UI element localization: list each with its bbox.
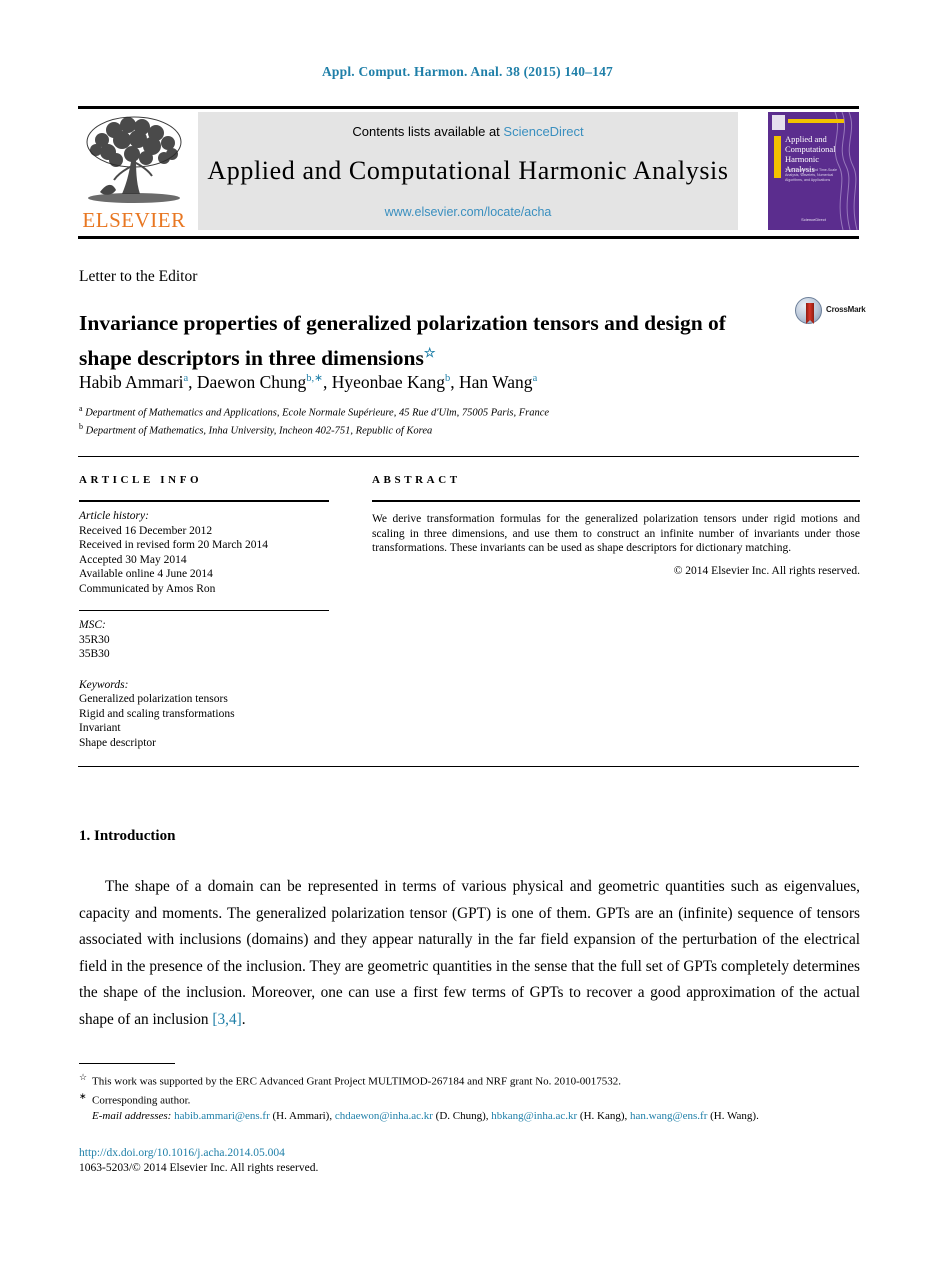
info-bottom-rule [78,766,859,768]
masthead-bottom-rule [78,236,859,239]
elsevier-logo: ELSEVIER [78,112,190,232]
elsevier-wordmark: ELSEVIER [82,208,186,232]
keyword-item: Generalized polarization tensors [79,693,228,706]
footnote-rule [79,1063,175,1065]
running-head: Appl. Comput. Harmon. Anal. 38 (2015) 14… [321,64,614,79]
author-list: Habib Ammaria, Daewon Chungb,∗, Hyeonbae… [79,372,538,392]
affiliation-list: a Department of Mathematics and Applicat… [79,402,869,437]
email-link[interactable]: chdaewon@inha.ac.kr [335,1110,433,1122]
abstract-copyright: © 2014 Elsevier Inc. All rights reserved… [673,564,860,577]
affiliation-text: Department of Mathematics and Applicatio… [85,407,550,419]
email-owner: (H. Kang), [579,1110,628,1123]
affiliation-item: b Department of Mathematics, Inha Univer… [79,420,869,438]
journal-title: Applied and Computational Harmonic Analy… [207,156,729,185]
title-footnote-marker: ☆ [423,345,436,361]
footnote-funding-marker: ☆ [79,1072,88,1082]
article-history-heading: Article history: [79,510,149,522]
history-item: Received in revised form 20 March 2014 [79,539,269,551]
msc-heading: MSC: [79,619,106,632]
affiliation-marker: b [79,421,83,431]
cover-yellow-strip [774,136,781,178]
doi-link[interactable]: http://dx.doi.org/10.1016/j.acha.2014.05… [79,1146,318,1161]
cover-title-line1: Applied and [785,134,827,144]
article-first-page: Appl. Comput. Harmon. Anal. 38 (2015) 14… [0,0,935,1266]
article-info-divider [79,500,329,502]
history-item: Received 16 December 2012 [79,524,213,537]
keyword-item: Shape descriptor [79,736,156,749]
contents-available-line: Contents lists available at ScienceDirec… [198,124,738,139]
msc-divider [79,610,329,612]
history-item: Available online 4 June 2014 [79,568,213,580]
introduction-paragraph: The shape of a domain can be represented… [79,874,860,1033]
affiliation-item: a Department of Mathematics and Applicat… [79,402,869,420]
article-history-block: Article history: Received 16 December 20… [79,509,329,596]
cover-subtitle: Time-Frequency and Time-Scale Analysis, … [785,168,837,182]
citation-link[interactable]: [3,4] [212,1011,241,1028]
contents-prefix: Contents lists available at [352,124,500,139]
email-owner: (H. Wang). [710,1110,759,1123]
author-affiliation-marker: b [444,373,451,385]
footnote-emails: E-mail addresses: habib.ammari@ens.fr (H… [79,1109,869,1124]
cover-title-line2: Computational [785,144,836,154]
affiliation-text: Department of Mathematics, Inha Universi… [85,425,433,436]
author-name: Hyeonbae Kang [331,372,445,392]
keyword-item: Invariant [79,722,121,735]
email-link[interactable]: han.wang@ens.fr [630,1110,707,1122]
journal-url-link[interactable]: www.elsevier.com/locate/acha [198,205,738,219]
crossmark-label: CrossMark [826,305,866,314]
email-addresses-label: E-mail addresses: [92,1110,172,1123]
author-name: Han Wang [458,372,533,392]
email-link[interactable]: hbkang@inha.ac.kr [491,1110,577,1122]
footnote-corresponding-text: Corresponding author. [92,1094,191,1107]
article-section-type: Letter to the Editor [79,268,198,285]
journal-banner: Contents lists available at ScienceDirec… [198,112,738,230]
journal-cover-thumbnail: Applied and Computational Harmonic Analy… [768,112,859,230]
page-title: Invariance properties of generalized pol… [79,308,779,373]
crossmark-circle-icon [795,297,822,324]
article-info-column: ARTICLE INFO Article history: Received 1… [79,474,329,750]
msc-block: MSC: 35R30 35B30 [79,618,329,662]
keyword-item: Rigid and scaling transformations [79,707,235,720]
affiliation-marker: a [79,404,83,413]
msc-item: 35B30 [79,648,110,661]
page-title-text: Invariance properties of generalized pol… [79,311,726,371]
footnote-funding-text: This work was supported by the ERC Advan… [92,1075,622,1088]
info-top-rule [78,456,859,458]
issn-copyright-line: 1063-5203/© 2014 Elsevier Inc. All right… [79,1161,319,1174]
cover-yellow-bar [788,119,844,123]
journal-masthead: ELSEVIER Contents lists available at Sci… [78,108,859,232]
paragraph-text: The shape of a domain can be represented… [79,878,860,1028]
paragraph-tail: . [241,1010,246,1028]
footnote-corresponding-marker: ∗ [79,1091,87,1102]
author-affiliation-marker: a [532,373,538,385]
msc-item: 35R30 [79,633,110,646]
page-footer: http://dx.doi.org/10.1016/j.acha.2014.05… [79,1146,318,1175]
author-name: Habib Ammari [79,372,184,392]
footnote-funding: ☆ This work was supported by the ERC Adva… [79,1070,869,1089]
email-owner: (H. Ammari), [272,1110,333,1123]
abstract-heading: ABSTRACT [372,474,461,486]
history-item: Accepted 30 May 2014 [79,553,187,566]
abstract-divider [372,500,860,502]
history-item: Communicated by Amos Ron [79,582,216,595]
email-owner: (D. Chung), [435,1110,489,1123]
sciencedirect-link[interactable]: ScienceDirect [503,124,583,139]
abstract-text: We derive transformation formulas for th… [372,513,860,555]
author-affiliation-marker: a [183,373,189,385]
cover-elsevier-mark [772,115,785,130]
cover-footer: ScienceDirect [801,217,826,222]
keywords-heading: Keywords: [79,678,129,691]
keywords-block: Keywords: Generalized polarization tenso… [79,678,329,751]
email-link[interactable]: habib.ammari@ens.fr [174,1110,270,1122]
abstract-column: ABSTRACT We derive transformation formul… [372,474,860,577]
author-name: Daewon Chung [196,372,307,392]
footnote-corresponding: ∗ Corresponding author. [79,1089,869,1108]
crossmark-badge[interactable]: CrossMark [795,296,866,326]
elsevier-tree-icon [82,112,186,206]
crossmark-bookmark-icon [806,303,814,324]
article-info-heading: ARTICLE INFO [79,474,203,486]
section-heading-introduction: 1. Introduction [79,828,176,844]
author-affiliation-marker: b,∗ [306,373,323,385]
footnote-block: ☆ This work was supported by the ERC Adva… [79,1070,869,1124]
